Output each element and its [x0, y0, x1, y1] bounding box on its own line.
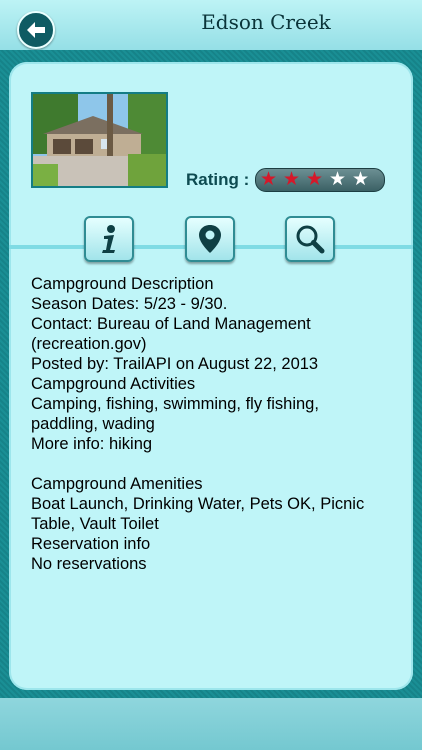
- detail-line: Season Dates: 5/23 - 9/30.: [31, 295, 228, 313]
- header-bar: Edson Creek: [0, 0, 422, 50]
- detail-line: Posted by: TrailAPI on August 22, 2013: [31, 355, 319, 373]
- tab-location[interactable]: [185, 216, 235, 262]
- info-icon: [102, 225, 115, 253]
- footer-bar: [0, 698, 422, 750]
- detail-line: Contact: Bureau of Land Management: [31, 315, 311, 333]
- rating-label: Rating :: [186, 170, 250, 189]
- search-icon: [296, 225, 325, 254]
- star-empty-icon: ★: [329, 169, 347, 190]
- detail-line: Reservation info: [31, 535, 151, 553]
- detail-line: More info: hiking: [31, 435, 153, 453]
- detail-line: (recreation.gov): [31, 335, 147, 353]
- detail-line: Table, Vault Toilet: [31, 515, 159, 533]
- star-filled-icon: ★: [283, 169, 301, 190]
- campground-details: Campground Description Season Dates: 5/23…: [31, 274, 391, 574]
- tab-search[interactable]: [285, 216, 335, 262]
- tab-info[interactable]: [84, 216, 134, 262]
- detail-line: Campground Amenities: [31, 475, 203, 493]
- star-filled-icon: ★: [306, 169, 324, 190]
- detail-line: [31, 454, 391, 474]
- detail-line: No reservations: [31, 555, 147, 573]
- detail-line: Campground Activities: [31, 375, 196, 393]
- detail-line: Camping, fishing, swimming, fly fishing,: [31, 395, 319, 413]
- rating-stars: ★ ★ ★ ★ ★: [255, 168, 385, 192]
- page-title: Edson Creek: [201, 10, 331, 34]
- campground-photo: [31, 92, 168, 188]
- star-empty-icon: ★: [352, 169, 370, 190]
- detail-line: Boat Launch, Drinking Water, Pets OK, Pi…: [31, 495, 365, 513]
- detail-line: Campground Description: [31, 275, 214, 293]
- map-pin-icon: [199, 225, 221, 253]
- detail-line: paddling, wading: [31, 415, 155, 433]
- star-filled-icon: ★: [260, 169, 278, 190]
